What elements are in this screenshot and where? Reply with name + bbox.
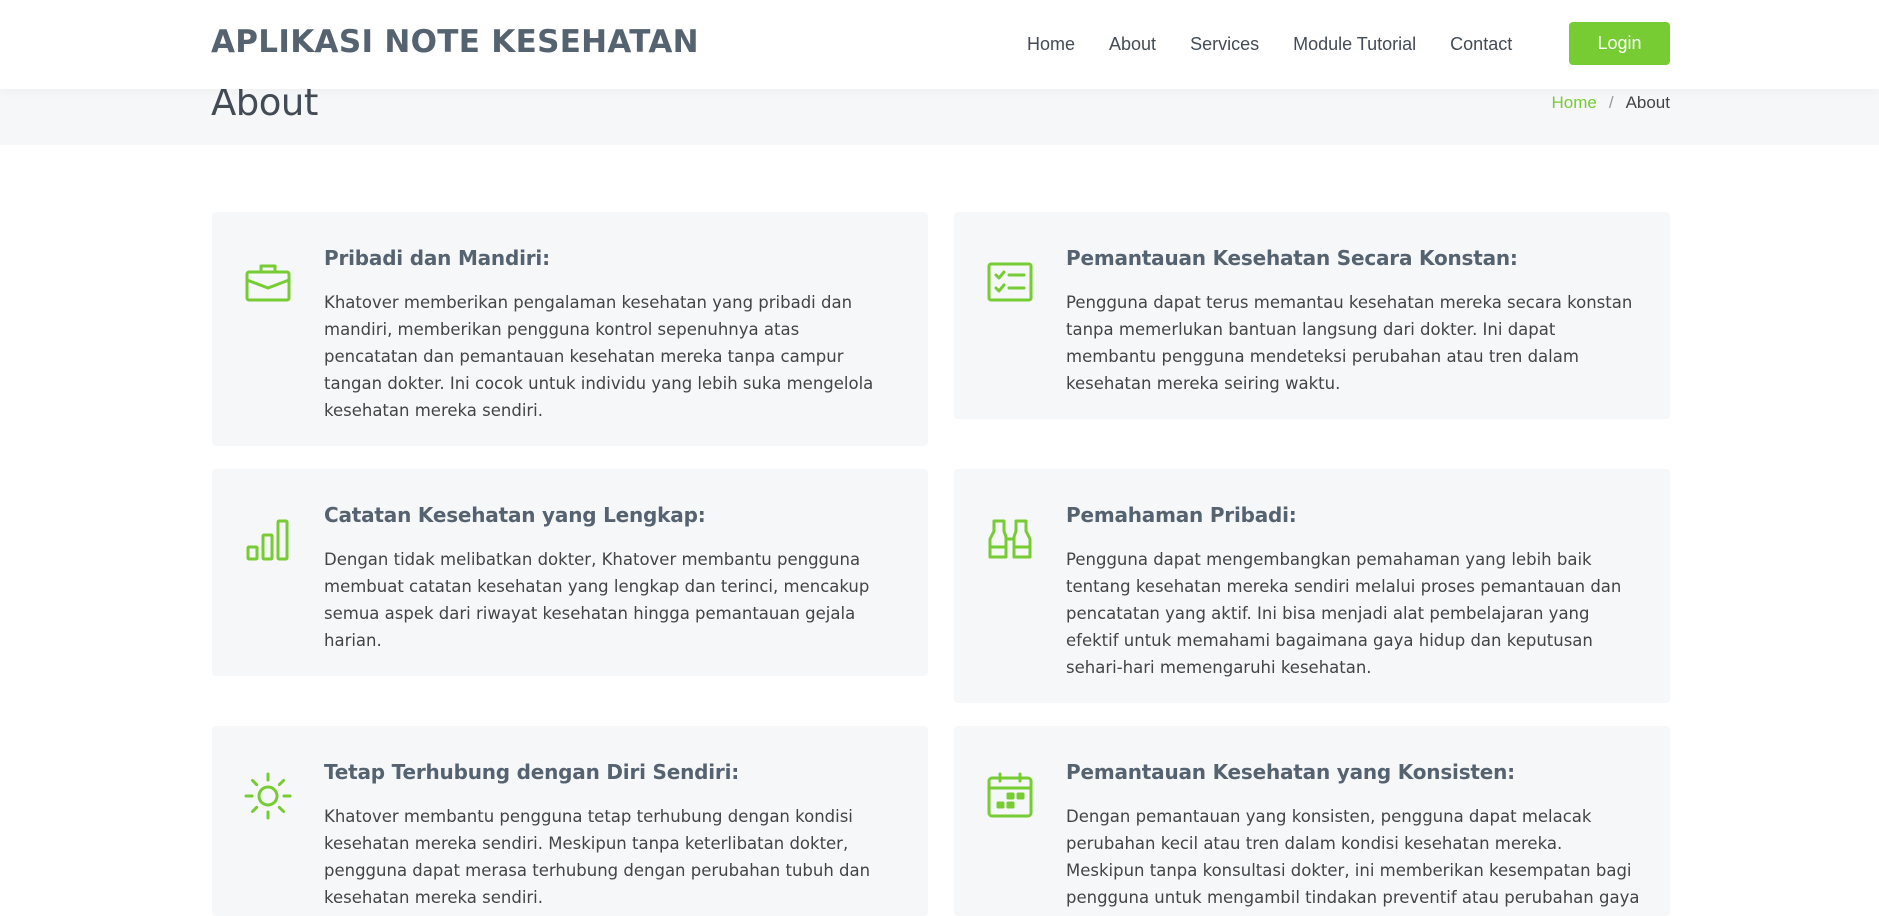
bar-chart-icon (244, 515, 292, 563)
feature-card-catatan-lengkap: Catatan Kesehatan yang Lengkap: Dengan t… (212, 469, 928, 676)
feature-card-title: Tetap Terhubung dengan Diri Sendiri: (324, 760, 740, 784)
login-button[interactable]: Login (1569, 22, 1670, 65)
nav-about[interactable]: About (1109, 34, 1156, 55)
site-logo[interactable]: APLIKASI NOTE KESEHATAN (211, 24, 699, 60)
breadcrumb-current: About (1625, 93, 1670, 112)
feature-card-pemantauan-konsisten: Pemantauan Kesehatan yang Konsisten: Den… (954, 726, 1670, 916)
feature-card-text: Dengan pemantauan yang konsisten, penggu… (1066, 807, 1640, 916)
feature-card-pemantauan-konstan: Pemantauan Kesehatan Secara Konstan: Pen… (954, 212, 1670, 419)
breadcrumbs-section: About Home / About (0, 81, 1879, 145)
binoculars-icon (986, 515, 1034, 563)
feature-card-text: Pengguna dapat terus memantau kesehatan … (1066, 293, 1633, 393)
feature-card-pribadi-mandiri: Pribadi dan Mandiri: Khatover memberikan… (212, 212, 928, 446)
nav-contact[interactable]: Contact (1450, 34, 1512, 55)
site-header: APLIKASI NOTE KESEHATAN Home About Servi… (0, 0, 1879, 89)
main-nav: Home About Services Module Tutorial Cont… (1027, 0, 1546, 89)
feature-card-title: Pemantauan Kesehatan Secara Konstan: (1066, 246, 1518, 270)
nav-services[interactable]: Services (1190, 34, 1259, 55)
feature-card-title: Pemahaman Pribadi: (1066, 503, 1297, 527)
calendar-icon (986, 772, 1034, 820)
feature-card-terhubung-diri: Tetap Terhubung dengan Diri Sendiri: Kha… (212, 726, 928, 916)
feature-card-text: Khatover membantu pengguna tetap terhubu… (324, 807, 871, 907)
feature-card-pemahaman-pribadi: Pemahaman Pribadi: Pengguna dapat mengem… (954, 469, 1670, 703)
breadcrumb-separator: / (1608, 93, 1614, 112)
feature-card-title: Pribadi dan Mandiri: (324, 246, 550, 270)
nav-module-tutorial[interactable]: Module Tutorial (1293, 34, 1416, 55)
nav-home[interactable]: Home (1027, 34, 1075, 55)
feature-card-title: Pemantauan Kesehatan yang Konsisten: (1066, 760, 1515, 784)
sun-icon (244, 772, 292, 820)
briefcase-icon (244, 258, 292, 306)
feature-card-text: Khatover memberikan pengalaman kesehatan… (324, 293, 874, 420)
breadcrumb: Home / About (1551, 93, 1670, 113)
feature-card-text: Pengguna dapat mengembangkan pemahaman y… (1066, 550, 1622, 677)
feature-card-text: Dengan tidak melibatkan dokter, Khatover… (324, 550, 870, 650)
breadcrumb-home-link[interactable]: Home (1551, 93, 1596, 113)
feature-card-title: Catatan Kesehatan yang Lengkap: (324, 503, 706, 527)
checklist-icon (986, 258, 1034, 306)
